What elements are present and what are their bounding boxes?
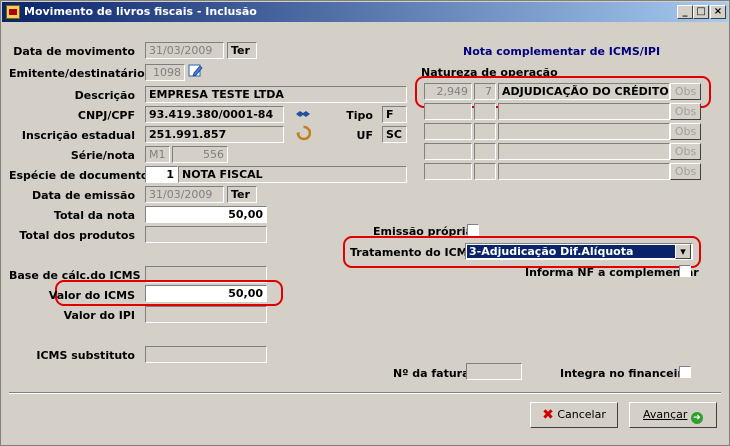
label-data-movimento: Data de movimento <box>13 45 135 58</box>
tipo-field: F <box>382 106 407 123</box>
total-nota-field[interactable]: 50,00 <box>145 206 267 223</box>
emitente-code-field: 1098 <box>145 64 185 81</box>
label-cnpj: CNPJ/CPF <box>77 109 135 122</box>
minimize-button[interactable]: _ <box>677 5 693 19</box>
numero-fatura-field <box>466 363 522 380</box>
arrow-right-icon: ➜ <box>690 412 703 424</box>
natureza-desc-field: ADJUDICAÇÃO DO CRÉDITO DIF A <box>498 83 670 100</box>
natureza-desc-field <box>498 123 670 140</box>
label-total-nota: Total da nota <box>53 209 135 222</box>
icms-substituto-field <box>145 346 267 363</box>
natureza-code-field <box>424 123 472 140</box>
natureza-seq-field <box>474 123 496 140</box>
cancel-x-icon: ✖ <box>542 407 554 423</box>
serie-field: M1 <box>145 146 170 163</box>
label-numero-fatura: Nº da fatura <box>393 367 470 380</box>
tratamento-icms-value: 3-Adjudicação Dif.Alíquota <box>467 245 677 258</box>
valor-ipi-field <box>145 306 267 323</box>
data-emissao-weekday: Ter <box>227 186 257 203</box>
natureza-obs-button[interactable]: Obs <box>670 143 701 160</box>
natureza-desc-field <box>498 163 670 180</box>
nota-field: 556 <box>172 146 228 163</box>
natureza-code-field: 2,949 <box>424 83 472 100</box>
integra-financeiro-checkbox[interactable] <box>679 366 691 378</box>
natureza-desc-field <box>498 103 670 120</box>
label-serie: Série/nota <box>70 149 135 162</box>
label-informa-nf: Informa NF a complementar <box>525 266 699 279</box>
label-descricao: Descrição <box>74 89 135 102</box>
label-especie: Espécie de documento <box>9 169 149 182</box>
label-inscricao: Inscrição estadual <box>21 129 135 142</box>
label-valor-icms: Valor do ICMS <box>48 289 135 302</box>
edit-icon[interactable] <box>188 63 203 78</box>
maximize-button[interactable]: □ <box>693 5 709 19</box>
label-total-produtos: Total dos produtos <box>19 229 135 242</box>
label-tipo: Tipo <box>346 109 373 122</box>
natureza-seq-field <box>474 143 496 160</box>
cancel-button[interactable]: ✖ Cancelar <box>530 402 618 428</box>
label-tratamento-icms: Tratamento do ICMS <box>350 246 476 259</box>
label-uf: UF <box>356 129 373 142</box>
data-movimento-field: 31/03/2009 <box>145 42 224 59</box>
total-produtos-field <box>145 226 267 243</box>
main-window: Movimento de livros fiscais - Inclusão _… <box>0 0 730 446</box>
footer-separator <box>9 392 721 394</box>
data-emissao-field: 31/03/2009 <box>145 186 224 203</box>
emissao-propria-checkbox[interactable] <box>467 224 479 236</box>
refresh-icon[interactable] <box>296 125 312 141</box>
natureza-code-field <box>424 103 472 120</box>
handshake-icon[interactable] <box>295 107 311 121</box>
especie-code-field[interactable]: 1 <box>145 166 178 183</box>
chevron-down-icon[interactable]: ▾ <box>675 244 691 259</box>
app-book-icon <box>6 5 20 19</box>
title-bar: Movimento de livros fiscais - Inclusão _… <box>2 2 728 22</box>
label-valor-ipi: Valor do IPI <box>63 309 135 322</box>
natureza-obs-button[interactable]: Obs <box>670 123 701 140</box>
next-button[interactable]: Avançar ➜ <box>629 402 717 428</box>
window-title: Movimento de livros fiscais - Inclusão <box>24 5 257 18</box>
natureza-obs-button[interactable]: Obs <box>670 163 701 180</box>
label-icms-substituto: ICMS substituto <box>36 349 135 362</box>
data-movimento-weekday: Ter <box>227 42 257 59</box>
inscricao-field: 251.991.857 <box>145 126 284 143</box>
valor-icms-field[interactable]: 50,00 <box>145 285 267 302</box>
informa-nf-checkbox[interactable] <box>679 265 691 277</box>
label-data-emissao: Data de emissão <box>32 189 135 202</box>
descricao-field: EMPRESA TESTE LTDA <box>145 86 407 103</box>
natureza-seq-field <box>474 103 496 120</box>
natureza-code-field <box>424 163 472 180</box>
natureza-obs-button[interactable]: Obs <box>670 103 701 120</box>
label-emitente: Emitente/destinatário <box>9 67 145 80</box>
nota-complementar-title: Nota complementar de ICMS/IPI <box>463 45 661 58</box>
natureza-desc-field <box>498 143 670 160</box>
cnpj-field: 93.419.380/0001-84 <box>145 106 284 123</box>
close-button[interactable]: × <box>710 5 726 19</box>
especie-field: NOTA FISCAL <box>178 166 407 183</box>
label-integra-financeiro: Integra no financeiro <box>560 367 691 380</box>
natureza-code-field <box>424 143 472 160</box>
natureza-obs-button[interactable]: Obs <box>670 83 701 100</box>
tratamento-icms-select[interactable]: 3-Adjudicação Dif.Alíquota ▾ <box>465 243 693 260</box>
natureza-seq-field: 7 <box>474 83 496 100</box>
uf-field: SC <box>382 126 407 143</box>
natureza-seq-field <box>474 163 496 180</box>
